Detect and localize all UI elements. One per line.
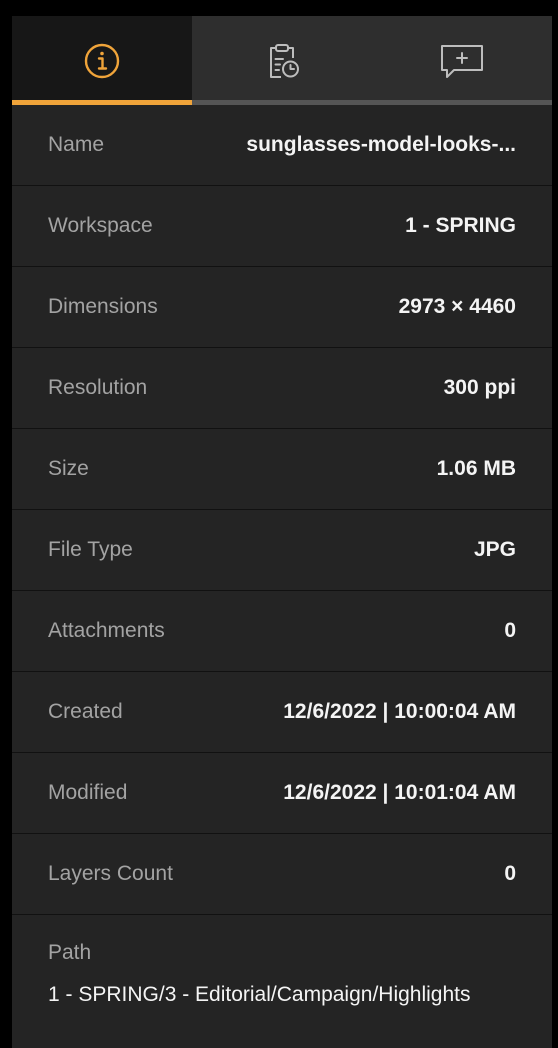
detail-label: Workspace	[48, 214, 153, 237]
tab-history[interactable]	[192, 16, 372, 105]
detail-label: Resolution	[48, 376, 148, 399]
info-icon	[82, 41, 122, 81]
detail-label: Created	[48, 700, 123, 723]
tab-info[interactable]	[12, 16, 192, 105]
detail-label: Attachments	[48, 619, 165, 642]
detail-label: Layers Count	[48, 862, 173, 885]
detail-label: Size	[48, 457, 89, 480]
detail-row-resolution: Resolution 300 ppi	[12, 348, 552, 429]
detail-label: File Type	[48, 538, 133, 561]
detail-row-created: Created 12/6/2022 | 10:00:04 AM	[12, 672, 552, 753]
detail-label: Modified	[48, 781, 128, 804]
detail-row-modified: Modified 12/6/2022 | 10:01:04 AM	[12, 753, 552, 834]
detail-row-dimensions: Dimensions 2973 × 4460	[12, 267, 552, 348]
detail-value: 2973 × 4460	[398, 295, 516, 318]
detail-label: Name	[48, 133, 105, 156]
detail-row-attachments: Attachments 0	[12, 591, 552, 672]
detail-value: 12/6/2022 | 10:01:04 AM	[283, 781, 516, 804]
detail-value: sunglasses-model-looks-...	[246, 133, 516, 156]
detail-value: 0	[504, 862, 516, 885]
detail-value: 1 - SPRING	[405, 214, 516, 237]
details-list: Name sunglasses-model-looks-... Workspac…	[12, 105, 552, 1007]
detail-value: 0	[504, 619, 516, 642]
detail-row-layers-count: Layers Count 0	[12, 834, 552, 915]
asset-details-panel: Name sunglasses-model-looks-... Workspac…	[12, 16, 552, 1048]
comment-add-icon	[439, 41, 485, 81]
detail-row-path: Path 1 - SPRING/3 - Editorial/Campaign/H…	[12, 915, 552, 1007]
panel-tab-bar	[12, 16, 552, 105]
detail-value: 12/6/2022 | 10:00:04 AM	[283, 700, 516, 723]
detail-row-file-type: File Type JPG	[12, 510, 552, 591]
tab-comments[interactable]	[372, 16, 552, 105]
detail-label: Path	[48, 941, 92, 964]
path-value: 1 - SPRING/3 - Editorial/Campaign/Highli…	[48, 983, 471, 1006]
detail-label: Dimensions	[48, 295, 158, 318]
detail-row-size: Size 1.06 MB	[12, 429, 552, 510]
detail-value: JPG	[473, 538, 516, 561]
detail-value: 300 ppi	[443, 376, 516, 399]
detail-row-workspace: Workspace 1 - SPRING	[12, 186, 552, 267]
detail-row-name: Name sunglasses-model-looks-...	[12, 105, 552, 186]
detail-value: 1.06 MB	[436, 457, 516, 480]
clipboard-history-icon	[262, 41, 302, 81]
